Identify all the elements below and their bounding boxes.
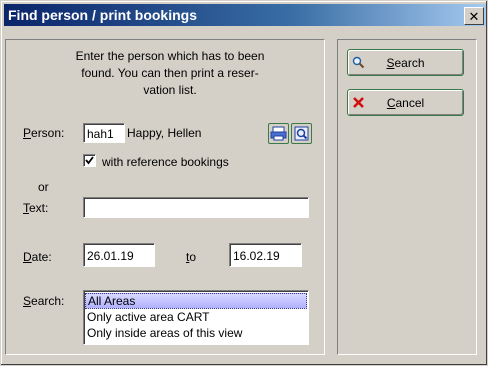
search-scope-label: Search: xyxy=(23,294,65,308)
preview-icon xyxy=(294,126,309,141)
search-button[interactable]: Search xyxy=(347,49,464,76)
instructions-line: Enter the person which has to been xyxy=(75,49,265,63)
instructions-text: Enter the person which has to been found… xyxy=(41,48,299,99)
text-input[interactable] xyxy=(83,197,309,218)
to-label: to xyxy=(186,250,197,264)
checkmark-icon xyxy=(85,156,94,165)
reference-bookings-label: with reference bookings xyxy=(102,155,229,169)
preview-button[interactable] xyxy=(291,123,312,144)
search-button-label: Search xyxy=(386,56,425,70)
date-from-input[interactable]: 26.01.19 xyxy=(83,243,155,267)
reference-bookings-checkbox[interactable] xyxy=(83,154,96,167)
cancel-button-label: Cancel xyxy=(386,96,425,110)
actions-panel xyxy=(337,39,477,355)
or-label: or xyxy=(38,180,49,194)
close-button[interactable]: ✕ xyxy=(464,7,484,25)
date-label: Date: xyxy=(23,250,52,264)
list-item[interactable]: Only active area CART xyxy=(85,309,307,325)
print-icon xyxy=(270,126,287,141)
search-scope-listbox[interactable]: All Areas Only active area CART Only ins… xyxy=(83,290,309,345)
list-item[interactable]: Only inside areas of this view xyxy=(85,325,307,341)
window-title: Find person / print bookings xyxy=(8,7,197,23)
person-code-input[interactable]: hah1 xyxy=(83,123,125,143)
cancel-button[interactable]: Cancel xyxy=(347,89,464,116)
close-icon: ✕ xyxy=(468,8,480,24)
print-button[interactable] xyxy=(268,123,289,144)
instructions-line: vation list. xyxy=(143,83,197,97)
list-item[interactable]: All Areas xyxy=(85,293,307,309)
person-name: Happy, Hellen xyxy=(127,126,202,140)
instructions-line: found. You can then print a reser- xyxy=(81,66,259,80)
text-label: Text: xyxy=(23,201,49,215)
person-label: Person: xyxy=(23,126,65,140)
find-person-dialog: Find person / print bookings ✕ Enter the… xyxy=(0,0,488,366)
title-bar[interactable]: Find person / print bookings ✕ xyxy=(4,4,486,26)
date-to-input[interactable]: 16.02.19 xyxy=(229,243,302,267)
